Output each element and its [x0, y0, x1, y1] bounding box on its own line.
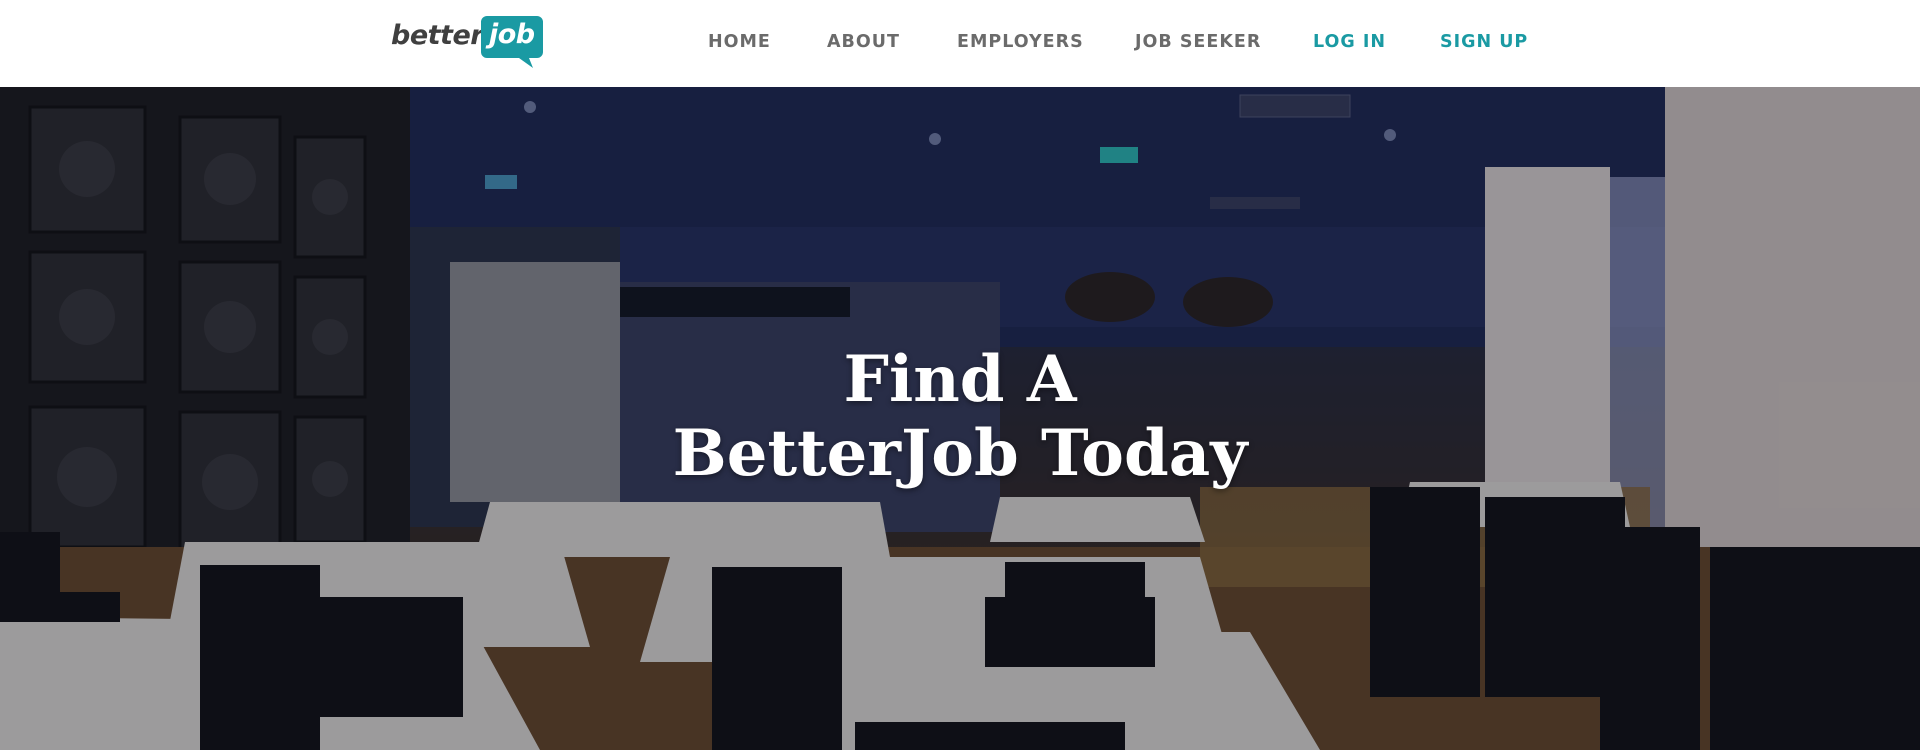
hero-section: Find A BetterJob Today	[0, 87, 1920, 750]
nav-log-in[interactable]: LOG IN	[1313, 32, 1386, 52]
nav-job-seeker[interactable]: JOB SEEKER	[1135, 32, 1261, 52]
hero-title-line1: Find A	[843, 341, 1077, 417]
nav-about[interactable]: ABOUT	[827, 32, 900, 52]
site-header: better job HOME ABOUT EMPLOYERS JOB SEEK…	[0, 0, 1920, 87]
nav-employers[interactable]: EMPLOYERS	[957, 32, 1084, 52]
hero-title-line2: BetterJob Today	[672, 415, 1248, 491]
nav-sign-up[interactable]: SIGN UP	[1440, 32, 1528, 52]
nav-home[interactable]: HOME	[708, 32, 771, 52]
main-nav: HOME ABOUT EMPLOYERS JOB SEEKER LOG IN S…	[0, 0, 1920, 87]
hero-title: Find A BetterJob Today	[0, 341, 1920, 491]
